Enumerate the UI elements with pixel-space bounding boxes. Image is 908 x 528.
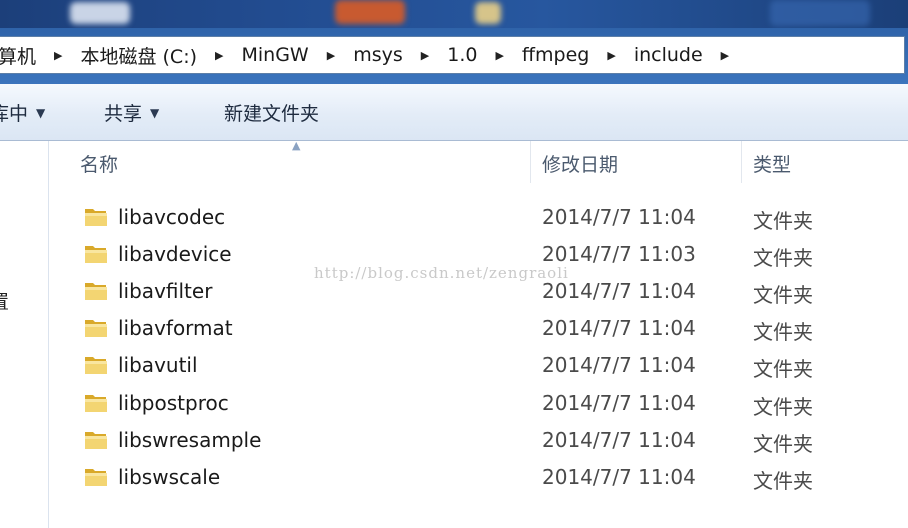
breadcrumb-item-include[interactable]: include	[630, 44, 707, 66]
blurred-title-element	[770, 0, 870, 26]
file-type: 文件夹	[753, 431, 813, 456]
column-divider[interactable]	[741, 141, 742, 183]
file-type: 文件夹	[753, 283, 813, 308]
breadcrumb-item-mingw[interactable]: MinGW	[238, 44, 313, 66]
folder-icon	[84, 392, 108, 414]
organize-label: 库中	[0, 103, 29, 125]
new-folder-label: 新建文件夹	[224, 103, 320, 125]
file-modified-date: 2014/7/7 11:04	[542, 316, 696, 341]
folder-icon	[84, 466, 108, 488]
column-header-type[interactable]: 类型	[753, 141, 791, 185]
list-item[interactable]: libswscale 2014/7/7 11:04 文件夹	[48, 460, 908, 497]
column-header-type-label: 类型	[753, 153, 792, 176]
breadcrumb-arrow-icon[interactable]	[481, 49, 517, 62]
breadcrumb-arrow-icon[interactable]	[593, 49, 629, 62]
watermark-text: http://blog.csdn.net/zengraoli	[314, 264, 569, 282]
list-item[interactable]: libavformat 2014/7/7 11:04 文件夹	[48, 311, 908, 348]
column-header-name[interactable]: 名称	[80, 141, 118, 185]
folder-icon	[84, 354, 108, 376]
blurred-title-element	[70, 2, 130, 24]
file-name: libswresample	[118, 427, 262, 452]
breadcrumb-item-ffmpeg[interactable]: ffmpeg	[518, 44, 593, 66]
breadcrumb-arrow-icon[interactable]	[707, 49, 743, 62]
address-frame: 算机 本地磁盘 (C:) MinGW msys 1.0 ffmpeg inclu…	[0, 28, 908, 84]
chevron-down-icon: ▼	[36, 105, 46, 120]
new-folder-button[interactable]: 新建文件夹	[224, 99, 319, 126]
file-modified-date: 2014/7/7 11:04	[542, 205, 696, 229]
file-name: libpostproc	[118, 390, 229, 415]
file-name: libavutil	[118, 353, 198, 378]
file-modified-date: 2014/7/7 11:04	[542, 464, 696, 489]
file-name: libswscale	[118, 464, 221, 489]
file-type: 文件夹	[753, 394, 813, 419]
sort-ascending-icon: ▲	[292, 139, 301, 152]
file-modified-date: 2014/7/7 11:04	[542, 390, 696, 415]
share-button[interactable]: 共享 ▼	[104, 99, 159, 126]
folder-icon	[84, 317, 108, 339]
breadcrumb[interactable]: 算机 本地磁盘 (C:) MinGW msys 1.0 ffmpeg inclu…	[0, 36, 905, 74]
file-name: libavdevice	[118, 242, 232, 267]
breadcrumb-item-computer[interactable]: 算机	[0, 42, 40, 69]
file-modified-date: 2014/7/7 11:04	[542, 279, 696, 304]
file-type: 文件夹	[753, 357, 813, 382]
chevron-down-icon: ▼	[150, 105, 160, 120]
column-header-date-label: 修改日期	[542, 153, 619, 176]
breadcrumb-arrow-icon[interactable]	[201, 49, 237, 62]
blurred-title-element	[335, 0, 405, 24]
column-header-name-label: 名称	[80, 153, 119, 176]
list-item[interactable]: libavcodec 2014/7/7 11:04 文件夹	[48, 200, 908, 237]
organize-button[interactable]: 库中 ▼	[0, 99, 45, 126]
folder-icon	[84, 280, 108, 302]
file-name: libavformat	[118, 316, 233, 341]
breadcrumb-item-version[interactable]: 1.0	[443, 44, 481, 66]
folder-icon	[84, 429, 108, 451]
list-item[interactable]: libpostproc 2014/7/7 11:04 文件夹	[48, 386, 908, 423]
breadcrumb-arrow-icon[interactable]	[40, 49, 76, 62]
window-title-strip	[0, 0, 908, 28]
file-modified-date: 2014/7/7 11:03	[542, 242, 696, 267]
column-divider[interactable]	[530, 141, 531, 183]
column-header-date[interactable]: 修改日期	[542, 141, 618, 185]
nav-item-partial[interactable]: 置	[0, 287, 9, 314]
file-type: 文件夹	[753, 468, 813, 493]
breadcrumb-item-local-disk[interactable]: 本地磁盘 (C:)	[76, 42, 201, 69]
file-modified-date: 2014/7/7 11:04	[542, 427, 696, 452]
file-modified-date: 2014/7/7 11:04	[542, 353, 696, 378]
file-type: 文件夹	[753, 246, 813, 271]
file-name: libavcodec	[118, 205, 226, 229]
list-item[interactable]: libswresample 2014/7/7 11:04 文件夹	[48, 423, 908, 460]
file-name: libavfilter	[118, 279, 213, 304]
file-type: 文件夹	[753, 209, 813, 233]
folder-icon	[84, 243, 108, 265]
navigation-pane[interactable]: 置	[0, 141, 49, 528]
breadcrumb-item-msys[interactable]: msys	[349, 44, 407, 66]
file-type: 文件夹	[753, 320, 813, 345]
share-label: 共享	[104, 103, 143, 125]
folder-icon	[84, 206, 108, 228]
blurred-title-element	[475, 2, 501, 24]
command-bar: 库中 ▼ 共享 ▼ 新建文件夹	[0, 84, 908, 141]
list-item[interactable]: libavutil 2014/7/7 11:04 文件夹	[48, 348, 908, 385]
breadcrumb-arrow-icon[interactable]	[407, 49, 443, 62]
breadcrumb-arrow-icon[interactable]	[313, 49, 349, 62]
